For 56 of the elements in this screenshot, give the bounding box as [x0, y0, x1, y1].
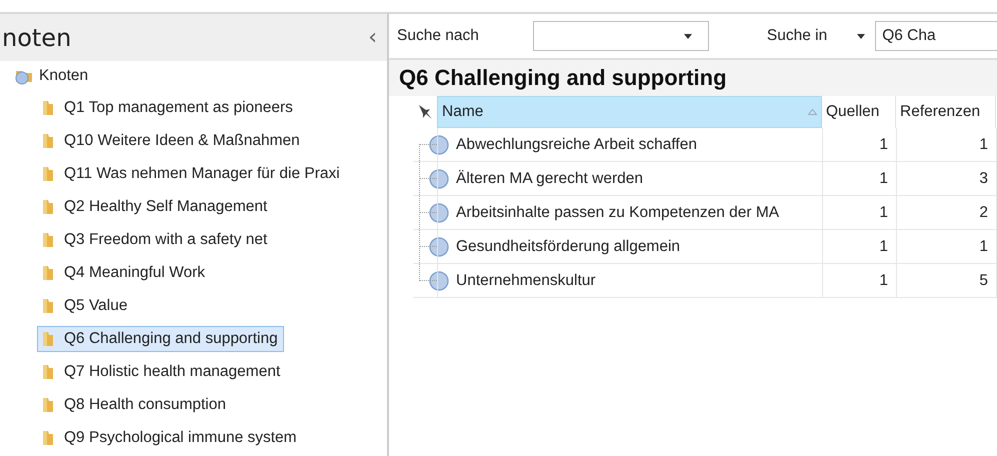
table-cell: 1 — [979, 238, 988, 256]
table-cell: 1 — [879, 272, 888, 290]
table-cell: 3 — [979, 170, 988, 188]
node-icon — [428, 168, 450, 190]
folder-icon — [42, 330, 54, 347]
folder-icon — [42, 165, 54, 182]
table-cell: 1 — [879, 204, 888, 222]
table-cell: Unternehmenskultur — [456, 272, 596, 290]
table-cell: 5 — [979, 272, 988, 290]
table-cell: Gesundheitsförderung allgemein — [456, 238, 680, 256]
tree-item[interactable]: Q9 Psychological immune system — [37, 424, 303, 450]
tree-item[interactable]: Q5 Value — [37, 292, 134, 318]
table-cell: Abwechlungsreiche Arbeit schaffen — [456, 136, 697, 154]
folder-icon — [42, 297, 54, 314]
tree-item[interactable]: Q1 Top management as pioneers — [37, 94, 299, 120]
folder-icon — [42, 396, 54, 413]
caret-icon — [684, 34, 692, 38]
node-icon — [428, 134, 450, 156]
node-icon — [428, 270, 450, 292]
pin-icon[interactable] — [416, 103, 434, 121]
tree-item[interactable]: Knoten — [39, 67, 88, 85]
folder-icon — [42, 231, 54, 248]
folder-icon — [42, 198, 54, 215]
column-header[interactable]: Quellen — [822, 96, 896, 128]
collapse-button[interactable]: ‹ — [358, 25, 387, 50]
caret-icon[interactable] — [857, 34, 866, 38]
tree-item[interactable]: Q8 Health consumption — [37, 392, 232, 418]
node-icon — [428, 236, 450, 258]
tree-item[interactable]: Q2 Healthy Self Management — [37, 194, 274, 220]
table-cell: 1 — [979, 136, 988, 154]
folder-icon — [42, 429, 54, 446]
node-icon — [428, 202, 450, 224]
table-cell: 1 — [879, 238, 888, 256]
sort-ascending-icon — [808, 109, 817, 115]
folder-icon — [42, 264, 54, 281]
column-header[interactable]: Referenzen — [896, 96, 996, 128]
column-header[interactable]: Name — [437, 96, 822, 128]
search-in-field[interactable]: Q6 Cha — [875, 21, 997, 51]
table-cell: Arbeitsinhalte passen zu Kompetenzen der MA — [456, 204, 780, 222]
folder-icon — [42, 99, 54, 116]
tree-item[interactable]: Q6 Challenging and supporting — [37, 326, 284, 352]
tree-item[interactable]: Q3 Freedom with a safety net — [37, 226, 274, 252]
tree-item[interactable]: Q11 Was nehmen Manager für die Praxi — [37, 160, 346, 186]
panel-title: noten — [1, 24, 72, 52]
detail-title: Q6 Challenging and supporting — [399, 65, 727, 91]
table-cell: 1 — [879, 136, 888, 154]
tree-item[interactable]: Q4 Meaningful Work — [37, 260, 211, 286]
search-in-label: Suche in — [766, 27, 828, 45]
folder-icon — [42, 132, 54, 149]
table-cell: 1 — [879, 170, 888, 188]
tree-item[interactable]: Q10 Weitere Ideen & Maßnahmen — [37, 128, 306, 154]
table-cell: Älteren MA gerecht werden — [456, 170, 643, 188]
table-cell: 2 — [979, 204, 988, 222]
search-for-label: Suche nach — [396, 27, 479, 45]
folder-icon — [42, 363, 54, 380]
tree-item[interactable]: Q7 Holistic health management — [37, 358, 286, 384]
